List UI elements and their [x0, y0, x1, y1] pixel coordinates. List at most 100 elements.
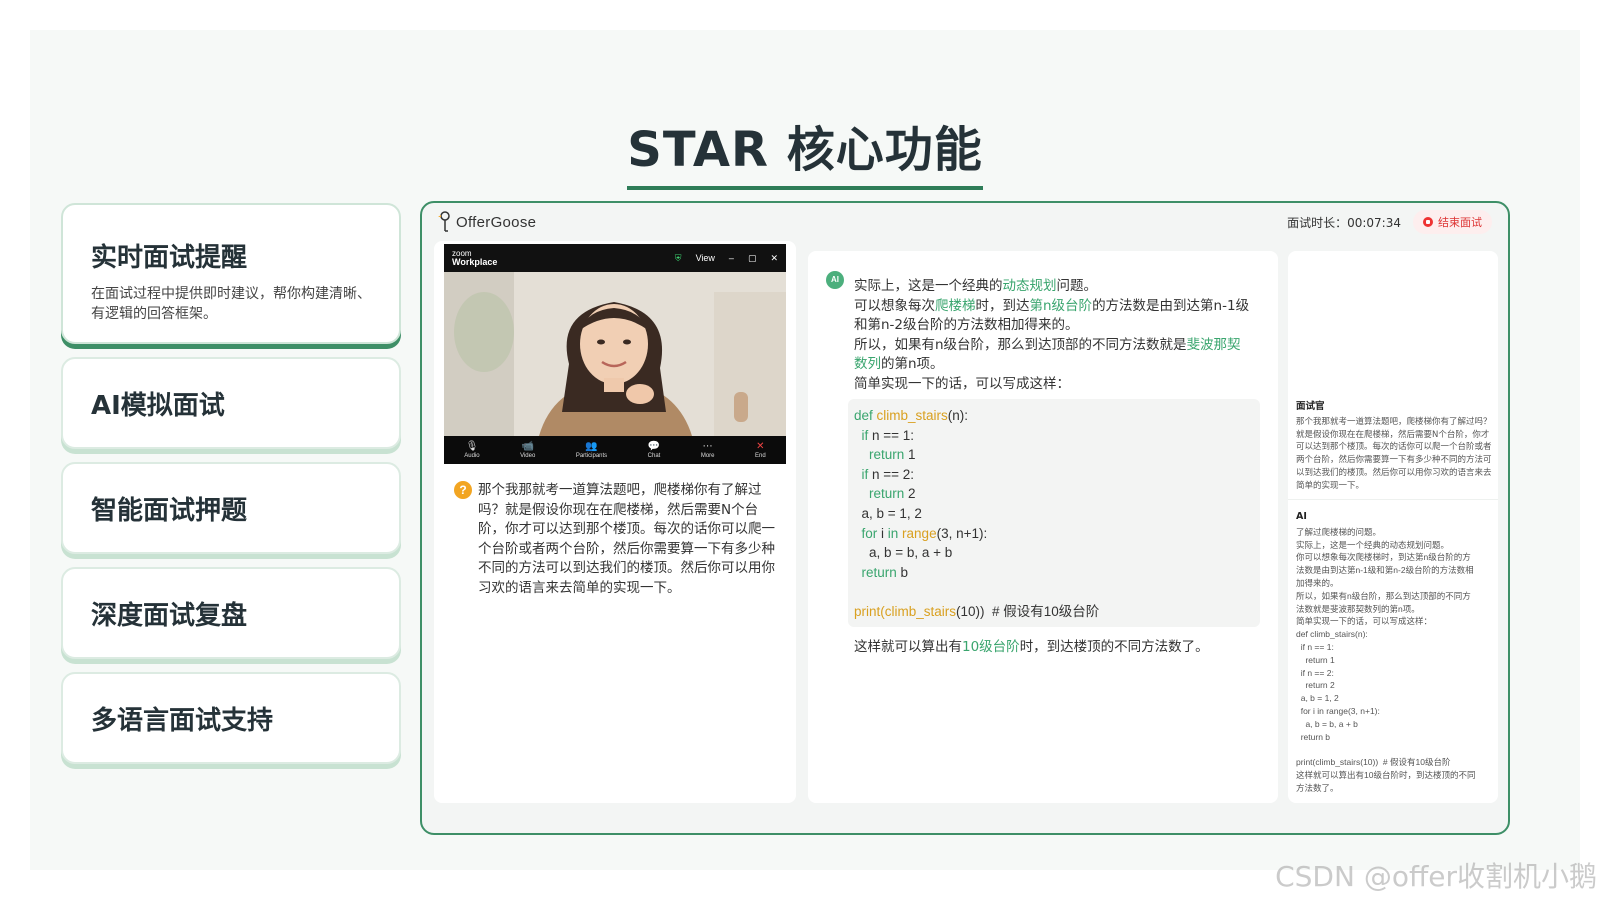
answer-paragraph: 简单实现一下的话，可以写成这样： [854, 375, 1070, 392]
feature-title: 深度面试复盘 [91, 600, 248, 631]
code-keyword: in [887, 525, 899, 541]
zoom-brand: zoom Workplace [452, 250, 497, 267]
code-keyword: def [854, 408, 877, 423]
close-icon[interactable]: ✕ [770, 253, 778, 264]
transcript-ai: AI 了解过爬楼梯的问题。 实际上，这是一个经典的动态规划问题。 你可以想象每次… [1296, 511, 1492, 795]
feature-title: AI模拟面试 [91, 390, 225, 421]
code-text: n == 1: [868, 427, 915, 443]
zoom-toolbar: 🎙 Audio 📹 Video 👥 Participants 💬 Chat ⋯ More … [444, 436, 786, 464]
minimize-icon[interactable]: – [729, 253, 734, 263]
question-icon: ? [454, 481, 472, 499]
transcript-interviewer: 面试官 那个我那就考一道算法题吧，爬楼梯你有了解过吗？就是假设你现在在爬楼梯，然… [1296, 401, 1492, 493]
microphone-icon: 🎙 [465, 441, 479, 452]
code-line: def climb_stairs(n): [854, 406, 1254, 426]
ai-answer-panel: AI 实际上，这是一个经典的动态规划问题。 可以想象每次爬楼梯时，到达第n级台阶… [808, 251, 1278, 803]
feature-title: 实时面试提醒 [91, 243, 248, 273]
meeting-panel: zoom Workplace ⛨ View – ▢ ✕ 🎙 Audio 📹 Vi… [434, 241, 796, 803]
feature-card-prediction[interactable]: 智能面试押题 [61, 462, 401, 554]
answer-text: 问题。 [1056, 278, 1098, 294]
answer-highlight: 第n级台阶 [1029, 297, 1093, 314]
zoom-control-label: Video [520, 453, 536, 459]
interview-timer: 面试时长：00:07:34 [1287, 214, 1401, 231]
goose-logo-icon [438, 211, 450, 232]
code-text: i [877, 525, 888, 541]
code-line: print(climb_stairs(10)) # 假设有10级台阶 [854, 602, 1254, 622]
code-keyword: return [854, 564, 897, 580]
app-header: OfferGoose 面试时长：00:07:34 结束面试 [422, 203, 1508, 241]
code-line: for i in range(3, n+1): [854, 524, 1254, 544]
code-text: 1 [904, 447, 916, 463]
participant-image [444, 272, 786, 436]
end-call-icon: ✕ [756, 441, 765, 452]
transcript-speaker-label: AI [1296, 511, 1307, 522]
answer-highlight: 10级台阶 [962, 639, 1020, 655]
stop-icon [1423, 217, 1433, 227]
maximize-icon[interactable]: ▢ [748, 253, 757, 264]
transcript-speaker-label: 面试官 [1296, 401, 1325, 412]
answer-text: 时，到达楼顶的不同方法数了。 [1019, 639, 1209, 655]
logo-text: OfferGoose [456, 213, 537, 231]
zoom-audio-button[interactable]: 🎙 Audio [464, 441, 479, 459]
answer-paragraph: 实际上，这是一个经典的动态规划问题。 [854, 277, 1254, 297]
zoom-control-label: Participants [575, 453, 608, 459]
transcript-divider [1288, 499, 1498, 500]
title-wrap: STAR 核心功能 [30, 110, 1580, 190]
feature-card-review[interactable]: 深度面试复盘 [61, 567, 401, 659]
code-text: (n): [947, 408, 969, 423]
transcript-text: 那个我那就考一道算法题吧，爬楼梯你有了解过吗？就是假设你现在在爬楼梯，然后需要N… [1296, 416, 1492, 491]
answer-text: 这样就可以算出有 [854, 639, 962, 655]
transcript-panel[interactable]: 面试官 那个我那就考一道算法题吧，爬楼梯你有了解过吗？就是假设你现在在爬楼梯，然… [1288, 251, 1498, 803]
page-title: STAR 核心功能 [627, 110, 983, 190]
code-function: print [854, 603, 881, 619]
feature-title: 多语言面试支持 [91, 705, 274, 736]
timer-label: 面试时长： [1287, 215, 1348, 230]
zoom-control-label: Chat [647, 453, 661, 459]
answer-conclusion: 这样就可以算出有10级台阶时，到达楼顶的不同方法数了。 [854, 635, 1209, 655]
transcript-text: 了解过爬楼梯的问题。 实际上，这是一个经典的动态规划问题。 你可以想象每次爬楼梯… [1296, 526, 1476, 793]
feature-card-realtime[interactable]: 实时面试提醒 在面试过程中提供即时建议，帮你构建清晰、有逻辑的回答框架。 [61, 203, 401, 344]
zoom-end-button[interactable]: ✕ End [755, 441, 766, 459]
code-line: if n == 2: [854, 465, 1254, 485]
zoom-window-controls: ⛨ View – ▢ ✕ [675, 253, 778, 264]
chat-icon: 💬 [647, 441, 661, 452]
code-text: (10)) # 假设有10级台阶 [956, 603, 1100, 619]
question-text: 那个我那就考一道算法题吧，爬楼梯你有了解过吗？就是假设你现在在爬楼梯，然后需要N… [478, 482, 775, 596]
timer-value: 00:07:34 [1347, 215, 1401, 230]
zoom-video-button[interactable]: 📹 Video [520, 441, 535, 459]
code-line: a, b = 1, 2 [854, 505, 922, 521]
code-block: def climb_stairs(n): if n == 1: return 1… [848, 399, 1260, 627]
interviewer-question: ? 那个我那就考一道算法题吧，爬楼梯你有了解过吗？就是假设你现在在爬楼梯，然后需… [454, 481, 784, 599]
end-interview-button[interactable]: 结束面试 [1413, 210, 1492, 234]
participant-video [444, 272, 786, 436]
feature-card-multilingual[interactable]: 多语言面试支持 [61, 672, 401, 764]
watermark: CSDN @offer收割机小鹅 [1275, 860, 1597, 893]
feature-description: 在面试过程中提供即时建议，帮你构建清晰、有逻辑的回答框架。 [91, 286, 371, 322]
code-line: if n == 1: [854, 426, 1254, 446]
view-menu[interactable]: View [696, 253, 715, 263]
code-text: n == 2: [868, 466, 915, 482]
video-camera-icon: 📹 [521, 441, 534, 452]
code-text: 2 [904, 486, 916, 502]
answer-paragraph: 可以想象每次爬楼梯时，到达第n级台阶的方法数是由到达第n-1级和第n-2级台阶的… [854, 297, 1254, 336]
answer-highlight: 爬楼梯 [935, 297, 976, 314]
feature-list: 实时面试提醒 在面试过程中提供即时建议，帮你构建清晰、有逻辑的回答框架。 AI模… [61, 203, 401, 777]
code-function: range [898, 525, 937, 541]
zoom-chat-button[interactable]: 💬 Chat [648, 441, 661, 459]
code-keyword: if [854, 427, 869, 443]
end-button-label: 结束面试 [1438, 216, 1482, 229]
code-line: return 1 [854, 445, 1254, 465]
zoom-participants-button[interactable]: 👥 Participants [576, 441, 607, 459]
answer-text: 实际上，这是一个经典的 [854, 278, 1003, 294]
code-keyword: return [854, 486, 905, 502]
zoom-control-label: Audio [464, 453, 480, 459]
zoom-window: zoom Workplace ⛨ View – ▢ ✕ 🎙 Audio 📹 Vi… [444, 244, 786, 464]
answer-text: 时，到达 [975, 297, 1030, 314]
code-keyword: return [854, 447, 905, 463]
code-keyword: if [854, 466, 869, 482]
zoom-more-button[interactable]: ⋯ More [701, 441, 715, 459]
feature-card-ai-mock[interactable]: AI模拟面试 [61, 357, 401, 449]
code-text: b [896, 564, 909, 580]
code-line: a, b = b, a + b [854, 545, 953, 561]
zoom-control-label: End [754, 453, 766, 459]
